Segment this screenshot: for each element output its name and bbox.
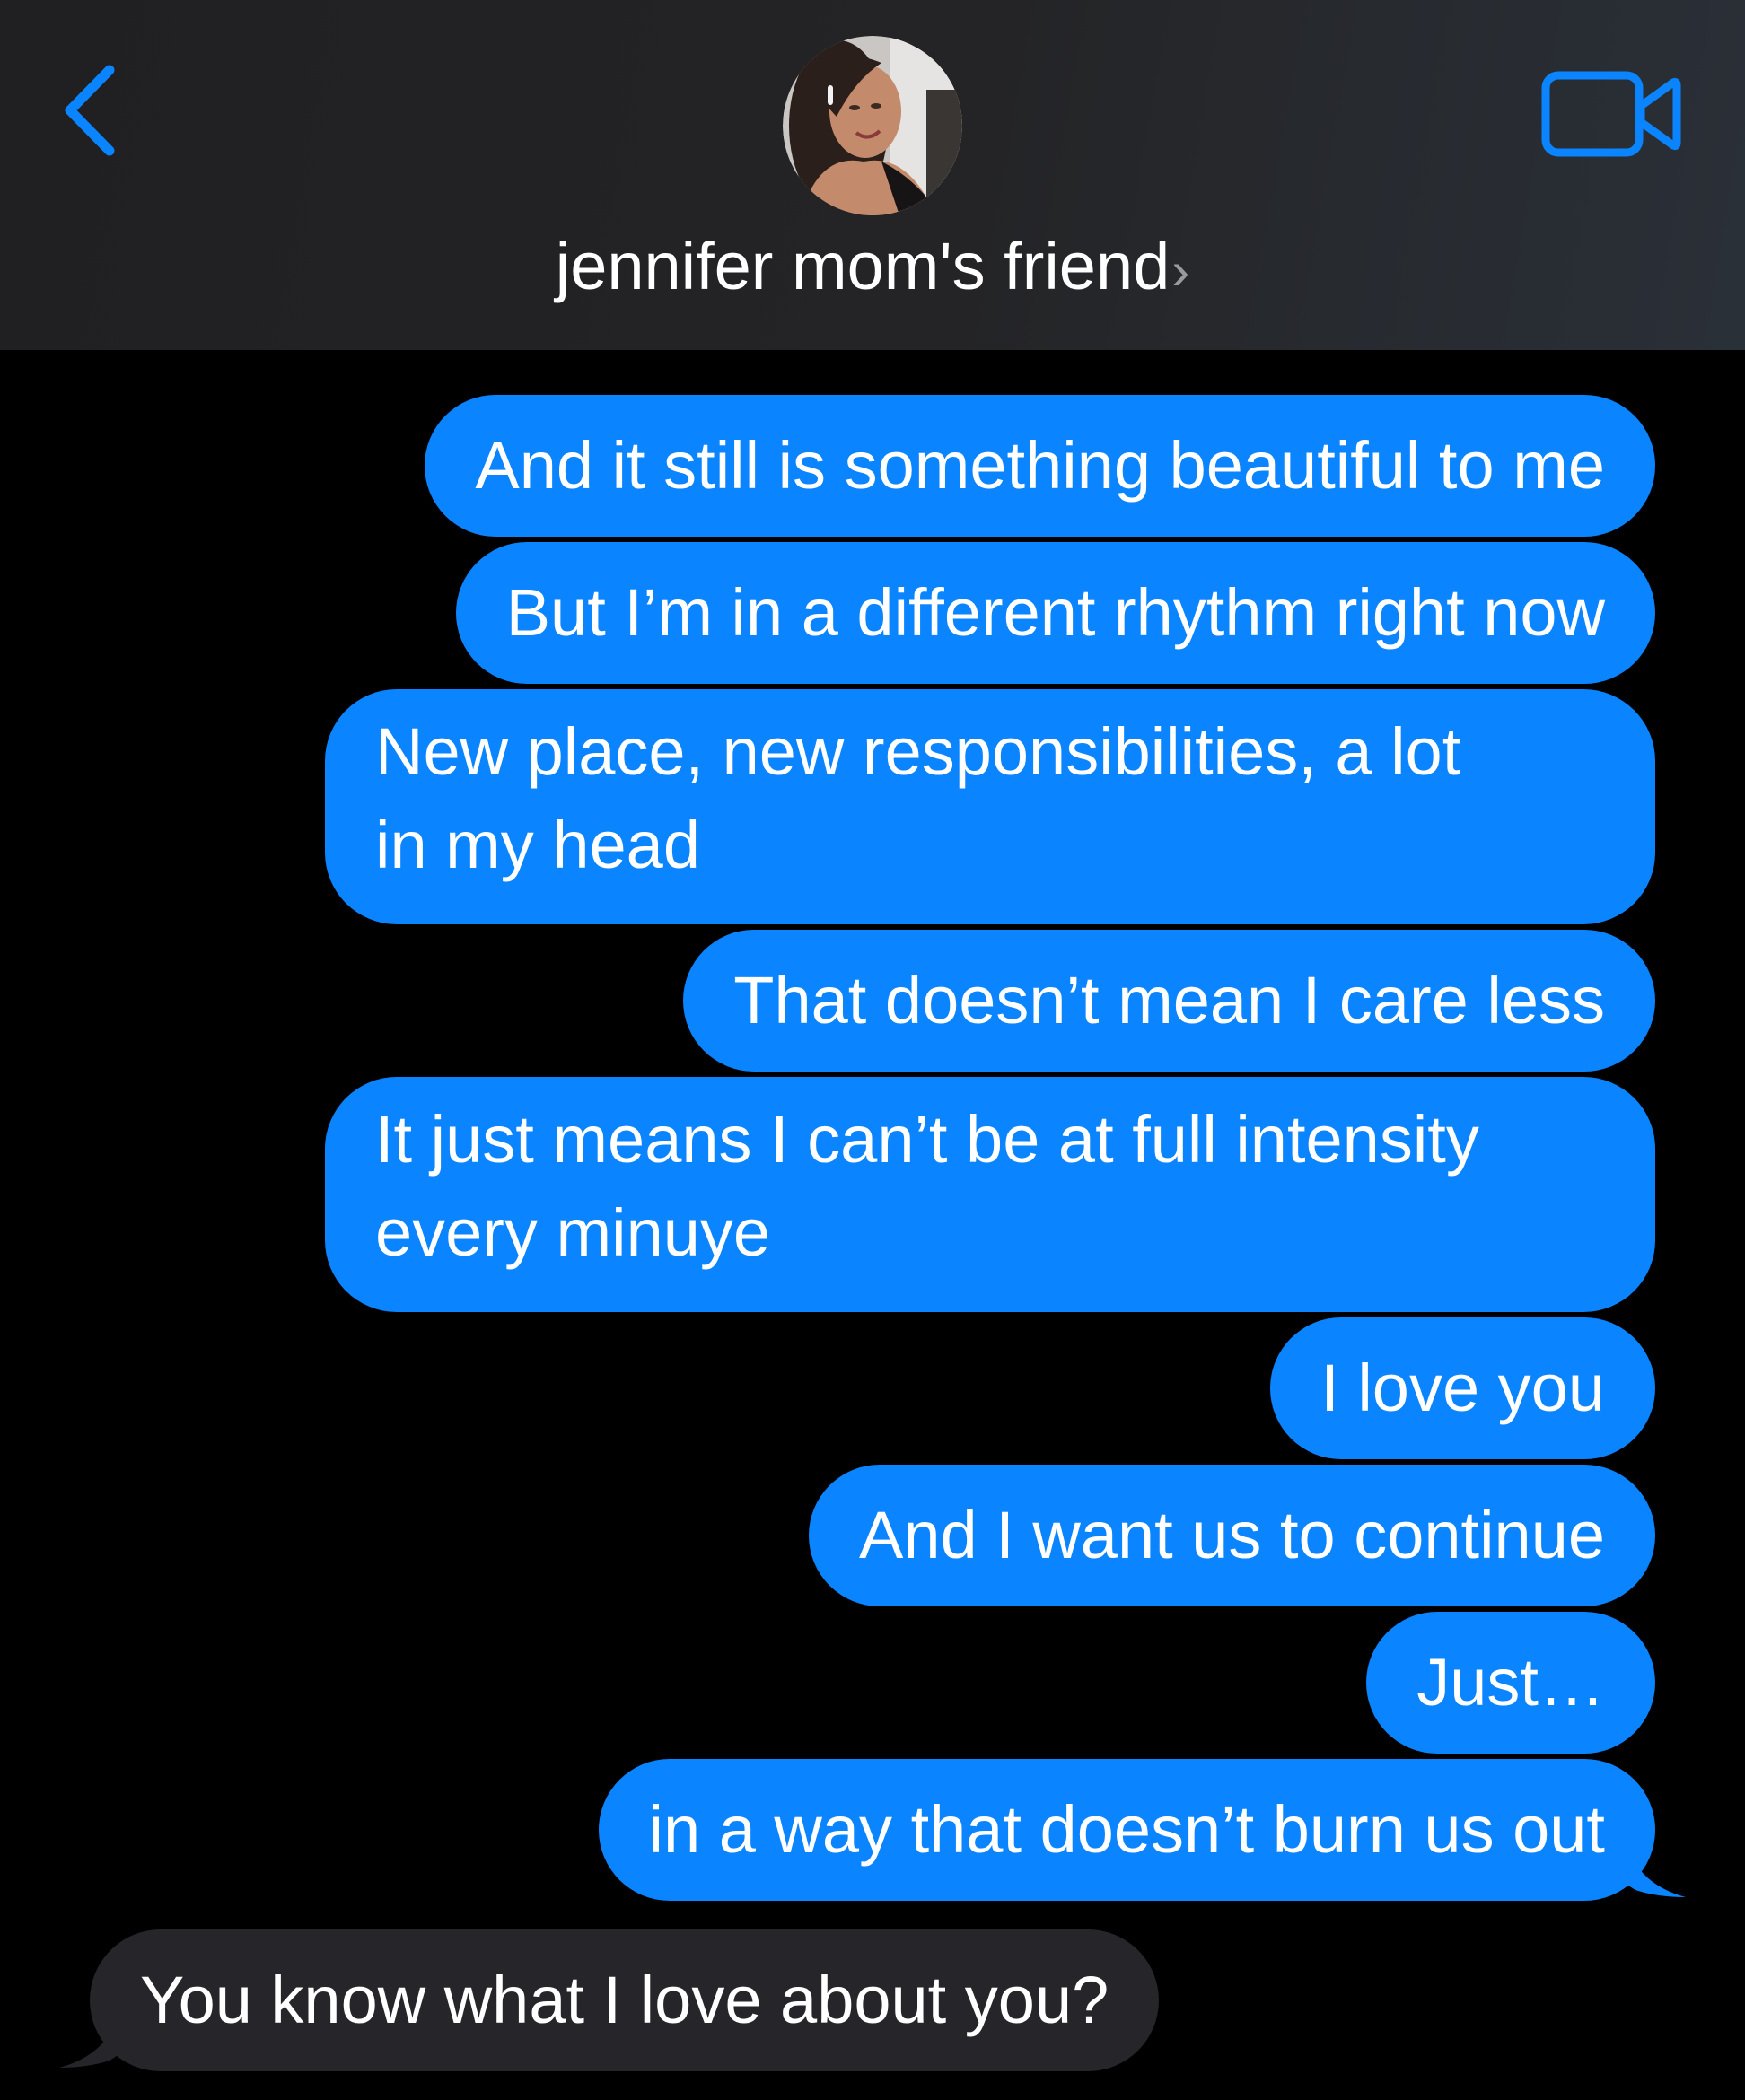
message-bubble-outgoing[interactable]: Just… [1366,1612,1655,1754]
message-text: That doesn’t mean I care less [733,963,1605,1037]
message-text: And it still is something beautiful to m… [475,428,1605,503]
incoming-bubble-tail [59,2001,122,2068]
outgoing-bubble-tail [1623,1831,1686,1897]
message-text-line: every minuye [375,1195,771,1270]
message-bubble-outgoing[interactable]: That doesn’t mean I care less [683,930,1655,1072]
message-text-line: in my head [375,808,700,882]
facetime-video-button[interactable] [1540,70,1684,163]
message-text: And I want us to continue [859,1498,1605,1572]
contact-avatar[interactable] [783,36,962,215]
message-text: You know what I love about you? [140,1963,1109,2037]
message-bubble-outgoing[interactable]: It just means I can’t be at full intensi… [325,1077,1655,1312]
chevron-left-icon [65,65,115,156]
message-text-line: It just means I can’t be at full intensi… [375,1102,1479,1177]
message-text: Just… [1416,1645,1605,1719]
message-bubble-outgoing[interactable]: New place, new responsibilities, a lot i… [325,689,1655,924]
contact-photo [783,36,962,215]
message-bubble-outgoing[interactable]: I love you [1270,1317,1655,1459]
back-button[interactable] [56,61,127,160]
message-bubble-outgoing[interactable]: And I want us to continue [809,1465,1655,1606]
chevron-right-icon: › [1171,241,1190,301]
message-bubble-outgoing[interactable]: And it still is something beautiful to m… [425,395,1655,537]
message-text-line: New place, new responsibilities, a lot [375,714,1461,789]
message-text: in a way that doesn’t burn us out [648,1792,1605,1867]
message-bubble-outgoing[interactable]: in a way that doesn’t burn us out [598,1759,1655,1901]
message-bubble-outgoing[interactable]: But I’m in a different rhythm right now [455,542,1655,684]
video-camera-icon [1541,71,1681,157]
message-bubble-incoming[interactable]: You know what I love about you? [90,1929,1160,2071]
message-text: I love you [1320,1351,1605,1425]
contact-name: jennifer mom's friend [555,229,1171,303]
contact-name-button[interactable]: jennifer mom's friend› [0,226,1745,311]
conversation-header: jennifer mom's friend› [0,0,1745,350]
message-text: But I’m in a different rhythm right now [505,575,1605,650]
